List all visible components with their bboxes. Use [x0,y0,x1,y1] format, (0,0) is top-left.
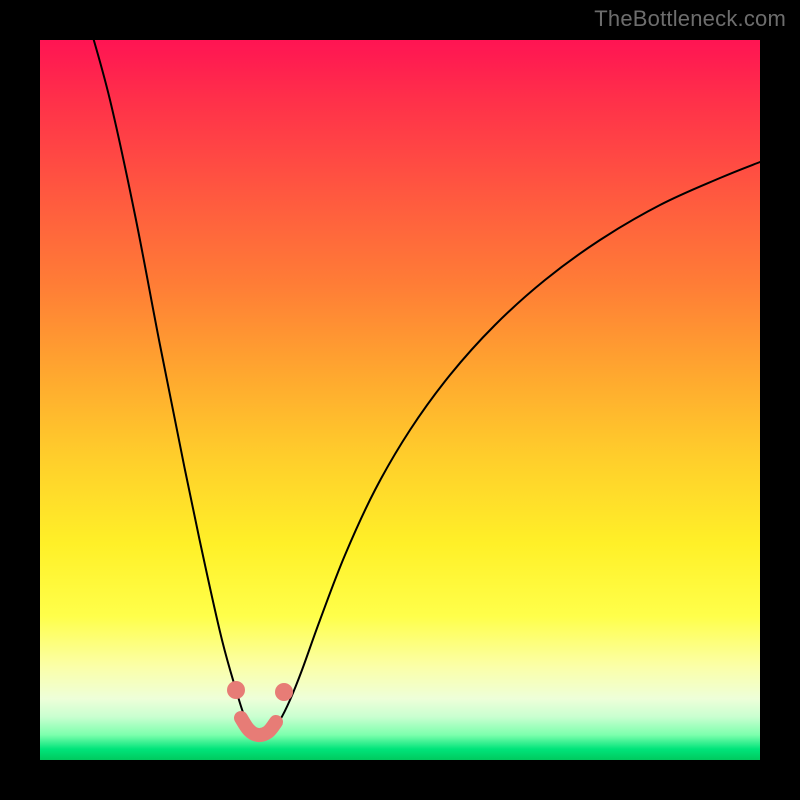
valley-highlight [241,718,276,735]
curve-markers [227,681,293,701]
curve-marker [227,681,245,699]
watermark-text: TheBottleneck.com [594,6,786,32]
chart-frame: TheBottleneck.com [0,0,800,800]
curve-marker [275,683,293,701]
bottleneck-curve [88,20,760,737]
curve-layer [40,40,760,760]
